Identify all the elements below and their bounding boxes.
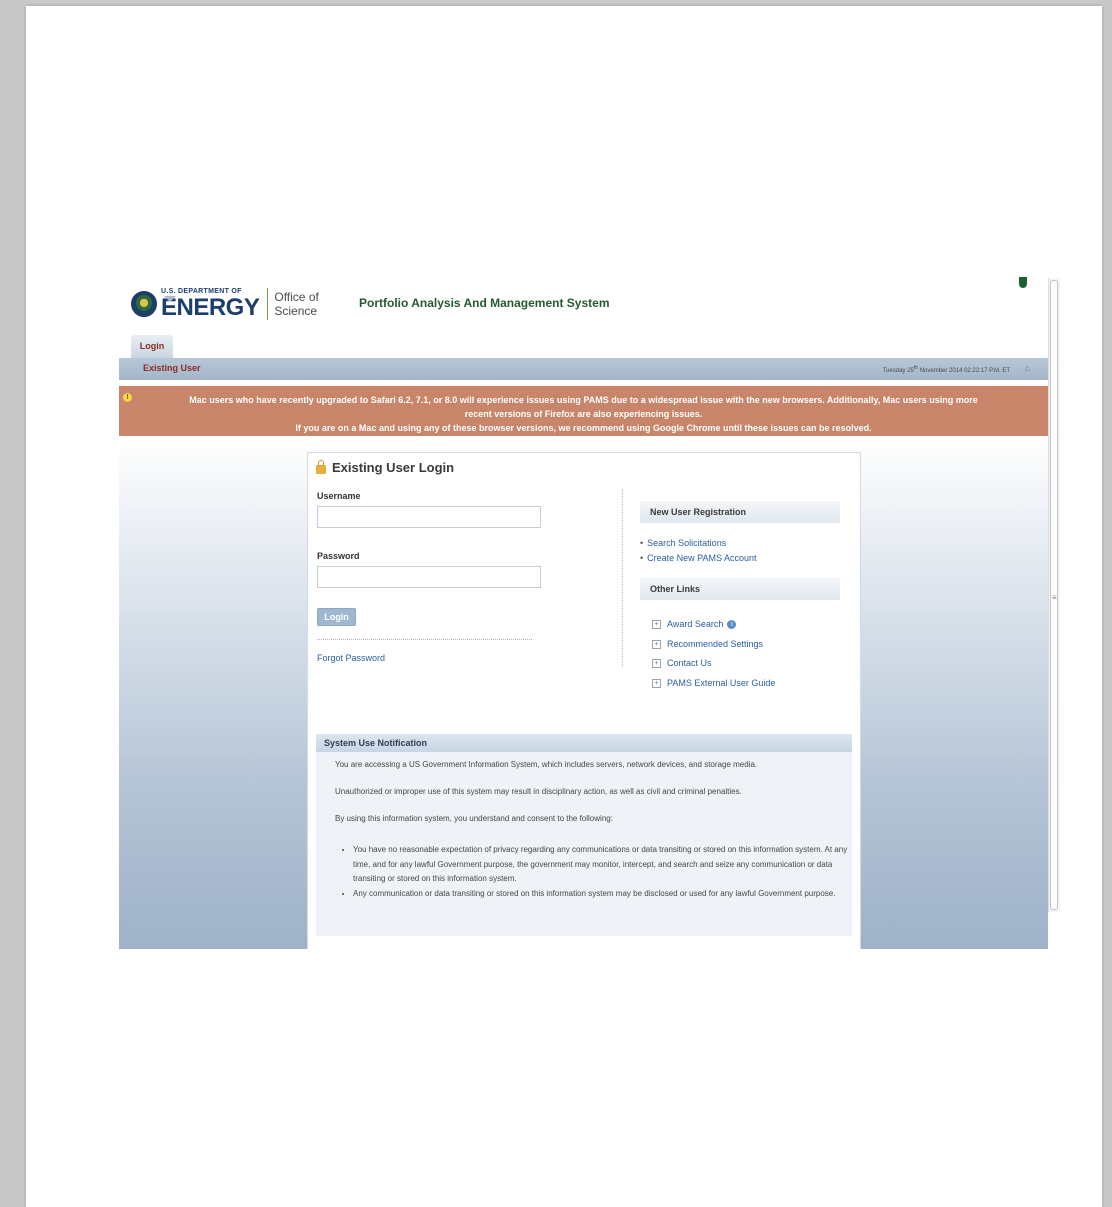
- subtab-existing-user[interactable]: Existing User: [143, 363, 201, 373]
- tab-login[interactable]: Login: [131, 335, 173, 358]
- warning-line2: recent versions of Firefox are also expe…: [464, 409, 703, 419]
- password-input[interactable]: [317, 566, 541, 588]
- other-links-header: Other Links: [640, 578, 840, 600]
- browser-warning-banner: ! Mac users who have recently upgraded t…: [119, 386, 1048, 436]
- login-panel: Existing User Login Username Password Lo…: [307, 452, 861, 949]
- link-user-guide[interactable]: + PAMS External User Guide: [652, 674, 775, 694]
- warning-icon: !: [123, 393, 132, 402]
- home-icon[interactable]: ⌂: [1025, 363, 1030, 373]
- office-line2: Science: [274, 304, 318, 318]
- doe-wordmark: U.S. DEPARTMENT OF ENERGY: [161, 288, 260, 320]
- link-award-search[interactable]: + Award Search i: [652, 615, 775, 635]
- info-icon[interactable]: i: [727, 620, 737, 630]
- scrollbar-thumb[interactable]: ≡: [1050, 280, 1058, 910]
- notice-bullets: You have no reasonable expectation of pr…: [335, 843, 853, 901]
- login-button[interactable]: Login: [317, 608, 356, 626]
- forgot-password-link[interactable]: Forgot Password: [317, 653, 385, 663]
- new-user-registration-header: New User Registration: [640, 501, 840, 523]
- pams-login-screenshot: U.S. DEPARTMENT OF ENERGY Office of Scie…: [119, 274, 1060, 949]
- expand-icon: +: [652, 659, 661, 669]
- scroll-grip-icon: ≡: [1052, 593, 1057, 602]
- notice-paragraph-3: By using this information system, you un…: [335, 814, 613, 823]
- doe-logo[interactable]: U.S. DEPARTMENT OF ENERGY Office of Scie…: [131, 286, 319, 322]
- link-recommended-settings[interactable]: + Recommended Settings: [652, 635, 775, 655]
- registration-links: • Search Solicitations • Create New PAMS A…: [640, 536, 757, 566]
- active-tab-pointer: [164, 296, 176, 302]
- lock-icon: [316, 460, 326, 474]
- link-create-account[interactable]: • Create New PAMS Account: [640, 551, 757, 566]
- link-contact-us[interactable]: + Contact Us: [652, 654, 775, 674]
- sub-navigation-bar: Existing User Tuesday 25th November 2014…: [119, 358, 1048, 380]
- link-search-solicitations[interactable]: • Search Solicitations: [640, 536, 757, 551]
- expand-icon: +: [652, 678, 661, 688]
- username-label: Username: [317, 491, 361, 501]
- notification-title: System Use Notification: [316, 734, 852, 752]
- current-datetime: Tuesday 25th November 2014 02:22:17 P.M.…: [882, 365, 1010, 374]
- status-indicator-icon: [1019, 277, 1027, 288]
- login-title: Existing User Login: [316, 460, 454, 475]
- document-page: U.S. DEPARTMENT OF ENERGY Office of Scie…: [26, 6, 1102, 1207]
- vertical-scrollbar[interactable]: ≡: [1048, 278, 1060, 912]
- column-divider: [622, 489, 623, 667]
- app-title: Portfolio Analysis And Management System: [359, 296, 610, 310]
- office-line1: Office of: [274, 290, 319, 304]
- logo-divider: [267, 288, 269, 320]
- warning-line1: Mac users who have recently upgraded to …: [189, 395, 978, 405]
- notice-bullet-1: You have no reasonable expectation of pr…: [353, 843, 853, 887]
- warning-line3: If you are on a Mac and using any of the…: [295, 423, 872, 433]
- password-label: Password: [317, 551, 360, 561]
- office-of-science: Office of Science: [274, 290, 318, 318]
- expand-icon: +: [652, 620, 661, 630]
- notice-bullet-2: Any communication or data transiting or …: [353, 887, 853, 902]
- doe-seal-icon: [131, 291, 157, 317]
- expand-icon: +: [652, 639, 661, 649]
- other-links: + Award Search i + Recommended Settings + Co…: [652, 615, 775, 693]
- username-input[interactable]: [317, 506, 541, 528]
- notice-paragraph-2: Unauthorized or improper use of this sys…: [335, 787, 742, 796]
- notice-paragraph-1: You are accessing a US Government Inform…: [335, 760, 758, 769]
- system-use-notification: System Use Notification You are accessin…: [316, 734, 852, 936]
- divider: [317, 639, 532, 640]
